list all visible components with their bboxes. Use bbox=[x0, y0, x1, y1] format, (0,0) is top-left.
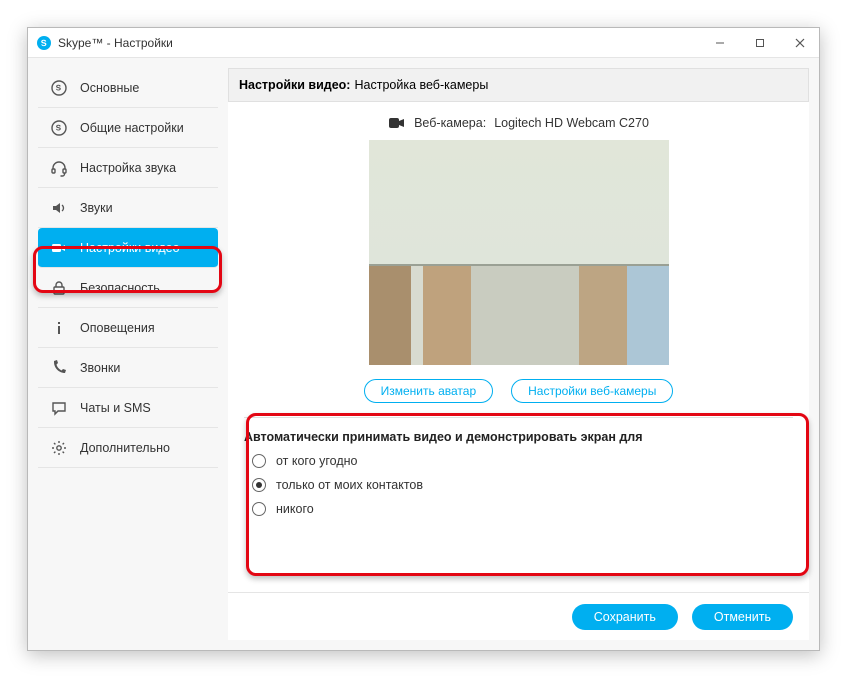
footer: Сохранить Отменить bbox=[228, 592, 809, 640]
radio-label: только от моих контактов bbox=[276, 478, 423, 492]
sidebar-item-sounds[interactable]: Звуки bbox=[38, 188, 218, 228]
sidebar-item-security[interactable]: Безопасность bbox=[38, 268, 218, 308]
speaker-icon bbox=[50, 199, 68, 217]
divider bbox=[244, 417, 793, 418]
sidebar-item-label: Настройка звука bbox=[80, 161, 176, 175]
change-avatar-button[interactable]: Изменить аватар bbox=[364, 379, 494, 403]
camera-icon bbox=[388, 116, 406, 130]
sidebar-item-video[interactable]: Настройки видео bbox=[38, 228, 218, 268]
skype-icon bbox=[36, 35, 52, 51]
minimize-button[interactable] bbox=[709, 32, 731, 54]
sidebar-item-calls[interactable]: Звонки bbox=[38, 348, 218, 388]
content-body: Веб-камера: Logitech HD Webcam C270 Изме… bbox=[228, 102, 809, 592]
radio-label: никого bbox=[276, 502, 314, 516]
sidebar-item-chats[interactable]: Чаты и SMS bbox=[38, 388, 218, 428]
sidebar-item-label: Дополнительно bbox=[80, 441, 170, 455]
sidebar-item-label: Звуки bbox=[80, 201, 113, 215]
content-panel: Настройки видео: Настройка веб-камеры Ве… bbox=[228, 68, 809, 640]
webcam-preview bbox=[369, 140, 669, 365]
sidebar-item-label: Чаты и SMS bbox=[80, 401, 151, 415]
titlebar: Skype™ - Настройки bbox=[28, 28, 819, 58]
auto-accept-radios: от кого угодно только от моих контактов … bbox=[244, 454, 793, 516]
sidebar: Основные Общие настройки Настройка звука… bbox=[38, 68, 218, 640]
header-title-rest: Настройка веб-камеры bbox=[354, 78, 488, 92]
sidebar-item-label: Основные bbox=[80, 81, 139, 95]
close-button[interactable] bbox=[789, 32, 811, 54]
sidebar-item-audio[interactable]: Настройка звука bbox=[38, 148, 218, 188]
sidebar-item-label: Настройки видео bbox=[80, 241, 180, 255]
sidebar-item-common[interactable]: Общие настройки bbox=[38, 108, 218, 148]
skype-icon bbox=[50, 79, 68, 97]
skype-icon bbox=[50, 119, 68, 137]
webcam-settings-button[interactable]: Настройки веб-камеры bbox=[511, 379, 673, 403]
cancel-button[interactable]: Отменить bbox=[692, 604, 793, 630]
button-row: Изменить аватар Настройки веб-камеры bbox=[244, 379, 793, 403]
webcam-line: Веб-камера: Logitech HD Webcam C270 bbox=[244, 116, 793, 130]
header-title-bold: Настройки видео: bbox=[239, 78, 350, 92]
lock-icon bbox=[50, 279, 68, 297]
gear-icon bbox=[50, 439, 68, 457]
window-controls bbox=[709, 32, 811, 54]
radio-label: от кого угодно bbox=[276, 454, 358, 468]
phone-icon bbox=[50, 359, 68, 377]
settings-window: Skype™ - Настройки Основные Общие настро… bbox=[27, 27, 820, 651]
sidebar-item-label: Оповещения bbox=[80, 321, 155, 335]
radio-anyone[interactable]: от кого угодно bbox=[252, 454, 793, 468]
radio-contacts-only[interactable]: только от моих контактов bbox=[252, 478, 793, 492]
sidebar-item-general[interactable]: Основные bbox=[38, 68, 218, 108]
sidebar-item-label: Безопасность bbox=[80, 281, 160, 295]
maximize-button[interactable] bbox=[749, 32, 771, 54]
auto-accept-title: Автоматически принимать видео и демонстр… bbox=[244, 430, 793, 444]
body: Основные Общие настройки Настройка звука… bbox=[28, 58, 819, 650]
chat-icon bbox=[50, 399, 68, 417]
save-button[interactable]: Сохранить bbox=[572, 604, 678, 630]
radio-icon bbox=[252, 454, 266, 468]
info-icon bbox=[50, 319, 68, 337]
sidebar-item-notifications[interactable]: Оповещения bbox=[38, 308, 218, 348]
radio-icon bbox=[252, 502, 266, 516]
sidebar-item-label: Общие настройки bbox=[80, 121, 184, 135]
sidebar-item-advanced[interactable]: Дополнительно bbox=[38, 428, 218, 468]
window-title: Skype™ - Настройки bbox=[58, 36, 709, 50]
radio-nobody[interactable]: никого bbox=[252, 502, 793, 516]
content-header: Настройки видео: Настройка веб-камеры bbox=[228, 68, 809, 102]
webcam-name: Logitech HD Webcam C270 bbox=[494, 116, 649, 130]
sidebar-item-label: Звонки bbox=[80, 361, 120, 375]
camera-icon bbox=[50, 239, 68, 257]
radio-icon bbox=[252, 478, 266, 492]
headset-icon bbox=[50, 159, 68, 177]
webcam-label: Веб-камера: bbox=[414, 116, 486, 130]
